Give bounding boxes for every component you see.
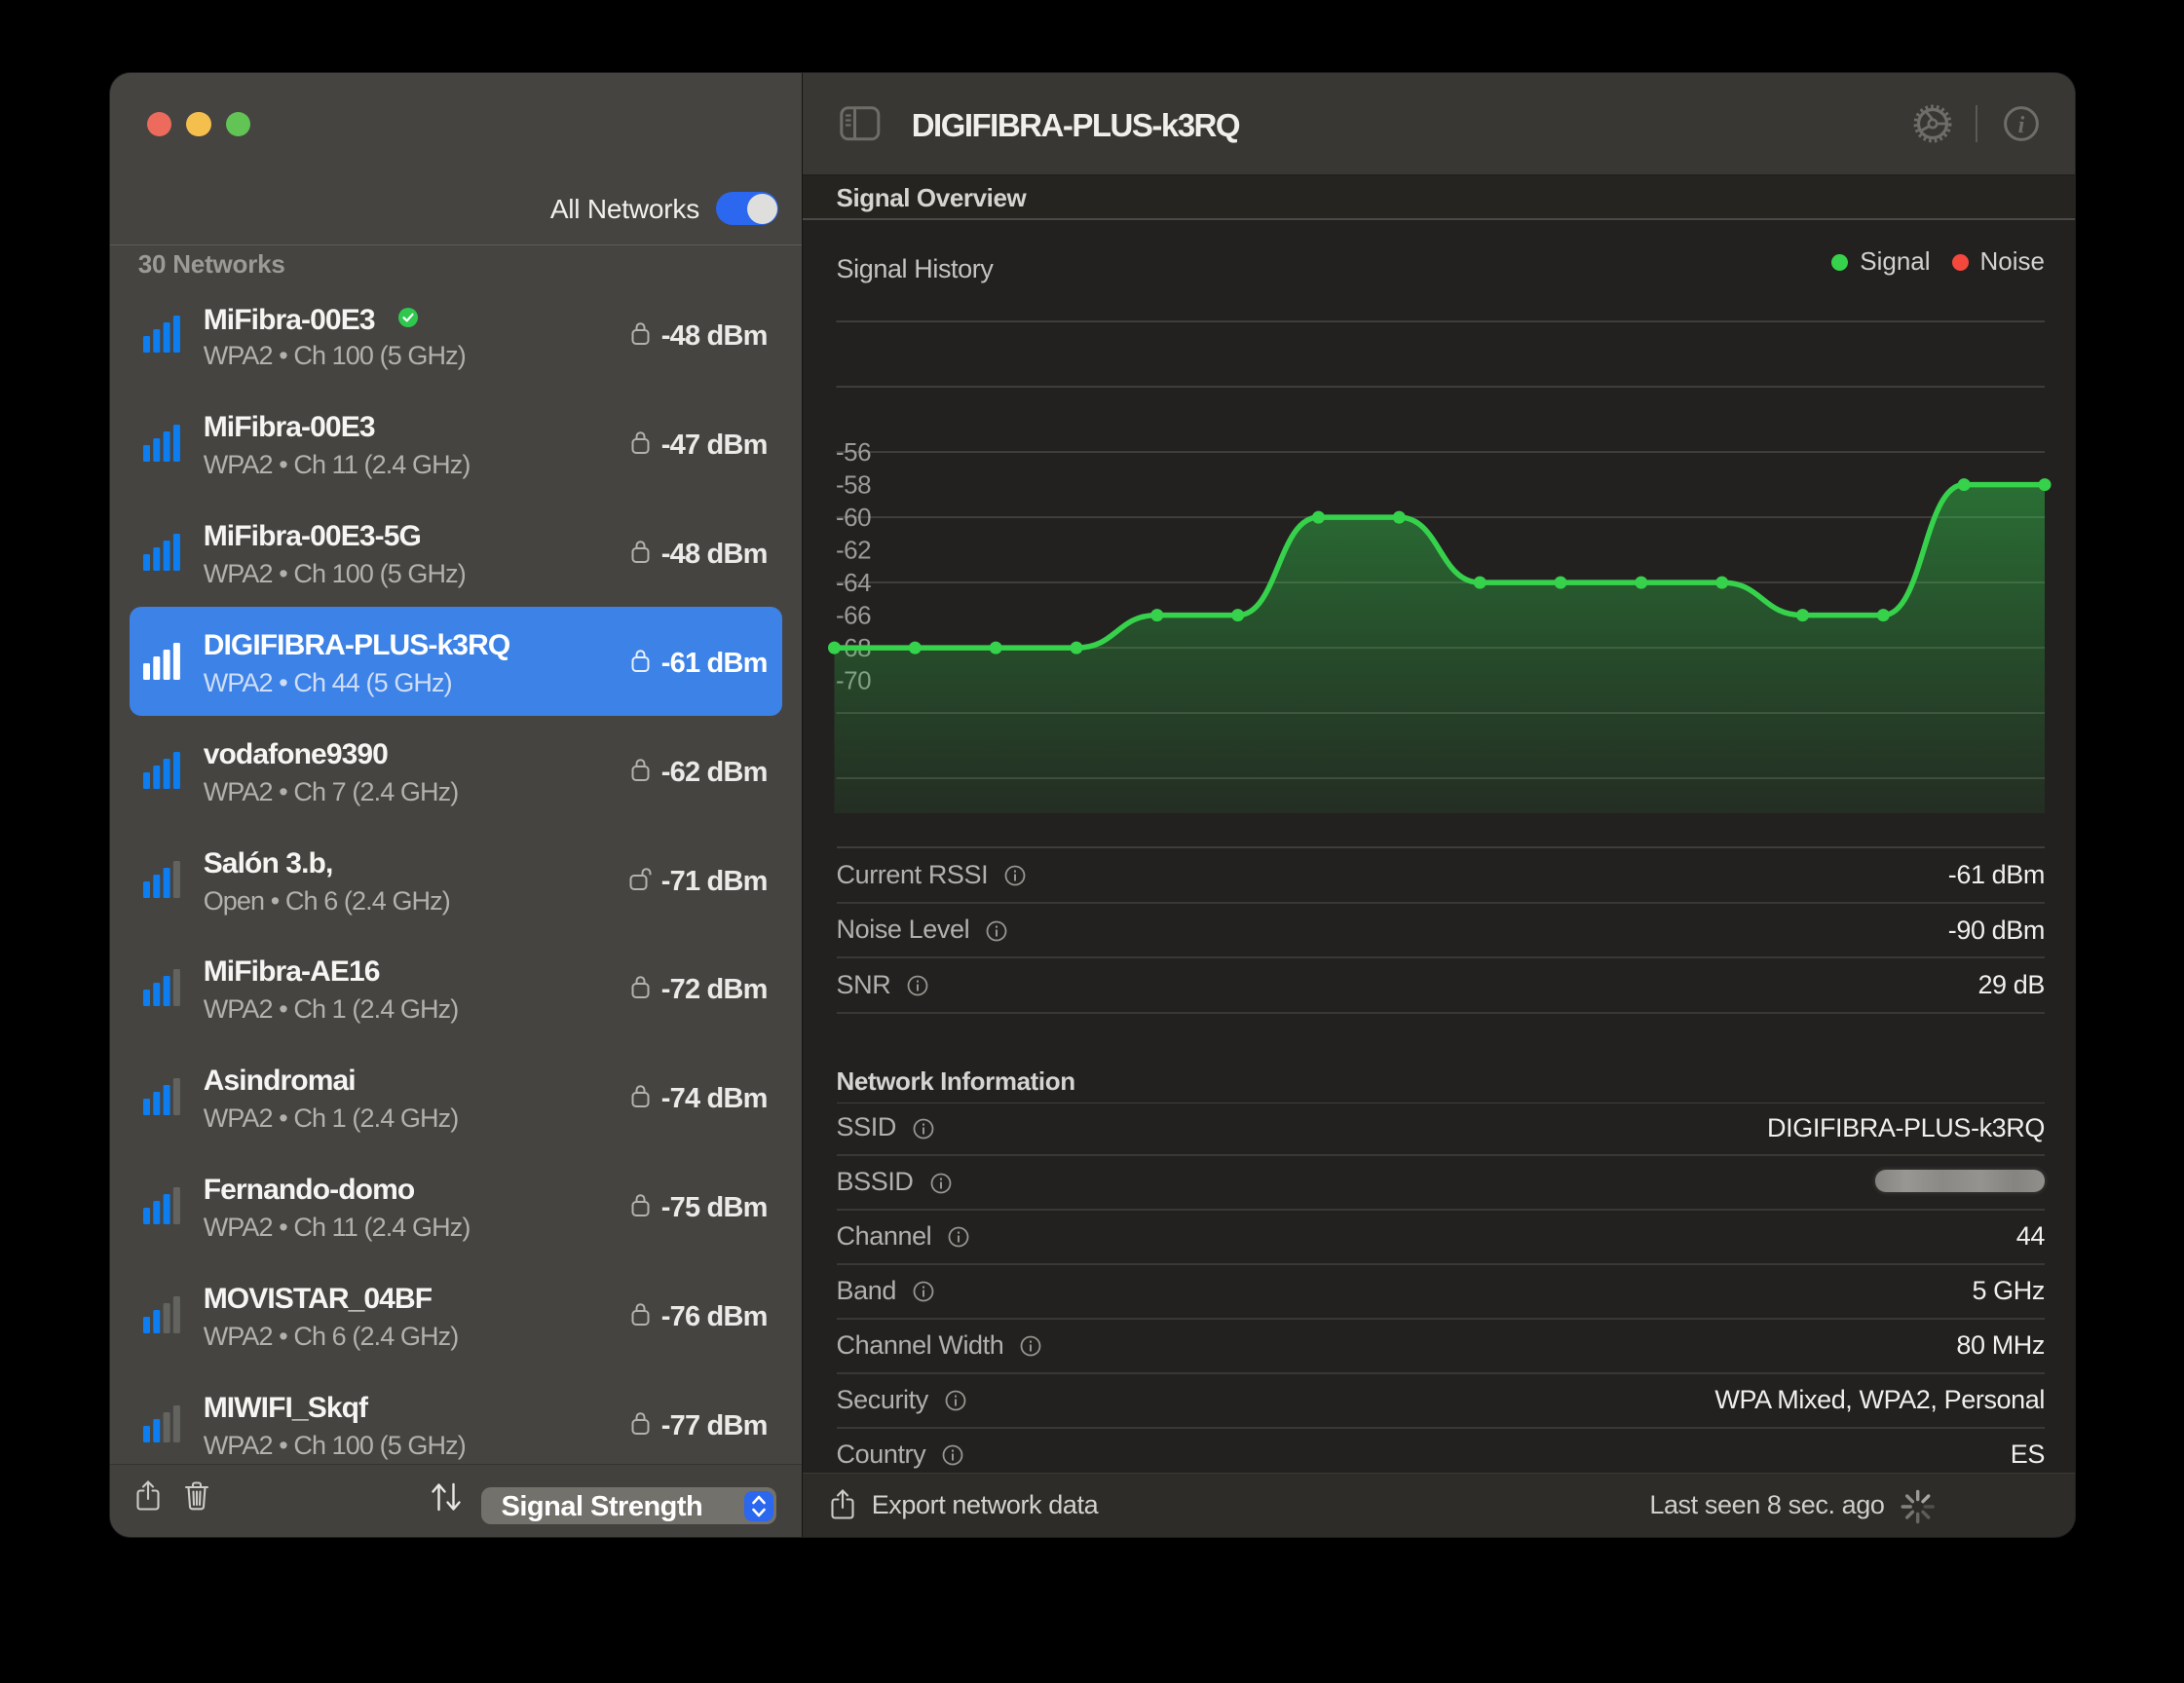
svg-text:-66: -66 bbox=[836, 601, 871, 630]
svg-text:-58: -58 bbox=[836, 470, 871, 500]
svg-text:-62: -62 bbox=[836, 536, 871, 565]
svg-text:i: i bbox=[2018, 113, 2025, 138]
